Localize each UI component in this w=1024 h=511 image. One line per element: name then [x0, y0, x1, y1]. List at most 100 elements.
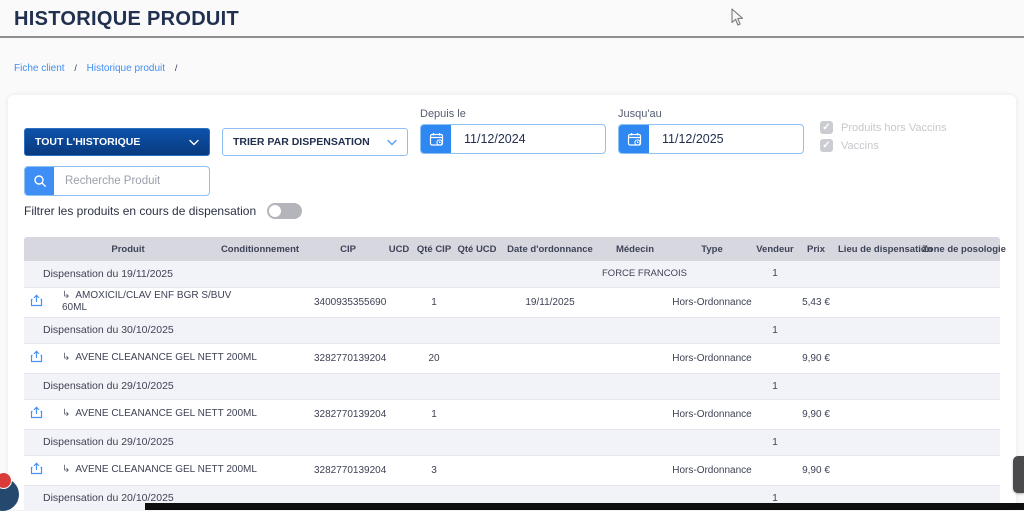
cell-prix: [796, 317, 836, 344]
search-icon[interactable]: [25, 167, 54, 195]
cell-zone-posologie: [920, 343, 1000, 374]
column-header-produit: Produit: [48, 237, 208, 261]
history-select[interactable]: TOUT L'HISTORIQUE: [24, 128, 210, 156]
cell-lieu-dispensation: [836, 455, 920, 486]
chevron-down-icon: [189, 139, 199, 146]
calendar-icon[interactable]: [619, 125, 649, 153]
cell-lieu-dispensation: [836, 317, 920, 344]
side-floating-button[interactable]: [1013, 456, 1024, 493]
cell-vendeur: 1: [754, 429, 796, 456]
column-header-qte-ucd: Qté UCD: [454, 237, 500, 261]
date-to-input[interactable]: [649, 125, 803, 153]
checkbox-produits-hors-vaccins[interactable]: ✓ Produits hors Vaccins: [820, 121, 947, 134]
cell-lieu-dispensation: [836, 287, 920, 318]
dispensation-filter-toggle[interactable]: [267, 203, 303, 219]
page-title: HISTORIQUE PRODUIT: [14, 8, 240, 30]
cell-lieu-dispensation: [836, 429, 920, 456]
product-row[interactable]: ↳ AVENE CLEANANCE GEL NETT 200ML 32827701…: [24, 343, 1000, 374]
export-icon[interactable]: [30, 294, 43, 307]
cell-zone-posologie: [920, 429, 1000, 456]
vaccine-filter-checkboxes: ✓ Produits hors Vaccins ✓ Vaccins: [820, 121, 947, 157]
cell-type: Hors-Ordonnance: [670, 455, 754, 486]
dispensation-date-label: Dispensation du 19/11/2025: [24, 261, 600, 288]
cell-qte-ucd: [454, 399, 500, 430]
product-row[interactable]: ↳ AMOXICIL/CLAV ENF BGR S/BUV 60ML 340093…: [24, 287, 1000, 318]
sub-item-arrow-icon: ↳: [62, 408, 71, 419]
column-header-cip: CIP: [312, 237, 384, 261]
sub-item-arrow-icon: ↳: [62, 290, 71, 301]
cell-type: Hors-Ordonnance: [670, 287, 754, 318]
column-header-type: Type: [670, 237, 754, 261]
cell-qte-cip: 1: [414, 287, 454, 318]
cell-medecin: [600, 455, 670, 486]
cell-qte-cip: 1: [414, 399, 454, 430]
search-input[interactable]: [54, 167, 209, 195]
checkbox-vaccins[interactable]: ✓ Vaccins: [820, 139, 947, 152]
cell-qte-cip: 3: [414, 455, 454, 486]
cell-qte-ucd: [454, 287, 500, 318]
product-name: AVENE CLEANANCE GEL NETT 200ML: [75, 408, 257, 419]
export-icon[interactable]: [30, 462, 43, 475]
sort-select[interactable]: TRIER PAR DISPENSATION: [222, 128, 408, 156]
export-icon[interactable]: [30, 406, 43, 419]
dispensation-group-row[interactable]: Dispensation du 30/10/2025 1: [24, 317, 1000, 344]
column-header-icon: [24, 237, 48, 261]
product-row[interactable]: ↳ AVENE CLEANANCE GEL NETT 200ML 32827701…: [24, 455, 1000, 486]
cell-vendeur: [754, 455, 796, 486]
cell-prix: 9,90 €: [796, 455, 836, 486]
cell-produit: ↳ AVENE CLEANANCE GEL NETT 200ML: [48, 399, 257, 430]
cell-produit: ↳ AMOXICIL/CLAV ENF BGR S/BUV 60ML: [48, 287, 231, 318]
cell-cip: 3400935355690: [312, 287, 386, 318]
column-header-prix: Prix: [796, 237, 836, 261]
dispensation-group-row[interactable]: Dispensation du 29/10/2025 1: [24, 429, 1000, 456]
checkbox-checked-icon: ✓: [820, 139, 833, 152]
cell-medecin: FORCE FRANCOIS: [600, 261, 687, 288]
cell-ucd: [384, 455, 414, 486]
cell-prix: 9,90 €: [796, 343, 836, 374]
content-card: TOUT L'HISTORIQUE TRIER PAR DISPENSATION…: [8, 95, 1016, 510]
cell-ucd: [384, 287, 414, 318]
column-header-lieu-dispensation: Lieu de dispensation: [836, 237, 933, 261]
cell-cip: 3282770139204: [312, 399, 386, 430]
cell-prix: 5,43 €: [796, 287, 836, 318]
product-name: AVENE CLEANANCE GEL NETT 200ML: [75, 464, 257, 475]
cell-vendeur: 1: [754, 373, 796, 400]
cell-qte-ucd: [454, 343, 500, 374]
cell-medecin: [600, 343, 670, 374]
cell-vendeur: 1: [754, 317, 796, 344]
sort-select-value: TRIER PAR DISPENSATION: [233, 136, 370, 148]
cell-medecin: [600, 317, 670, 344]
cell-medecin: [600, 429, 670, 456]
cell-vendeur: [754, 343, 796, 374]
date-from-input[interactable]: [451, 125, 605, 153]
product-row[interactable]: ↳ AVENE CLEANANCE GEL NETT 200ML 32827701…: [24, 399, 1000, 430]
column-header-conditionnement: Conditionnement: [208, 237, 312, 261]
cell-prix: [796, 373, 836, 400]
breadcrumb-link-historique-produit[interactable]: Historique produit: [87, 63, 165, 74]
cell-produit: ↳ AVENE CLEANANCE GEL NETT 200ML: [48, 455, 257, 486]
history-table-body: Dispensation du 19/11/2025 FORCE FRANCOI…: [24, 261, 1000, 510]
date-from-group: Depuis le: [420, 108, 606, 154]
cell-cip: 3282770139204: [312, 455, 386, 486]
dispensation-date-label: Dispensation du 30/10/2025: [24, 317, 600, 344]
toggle-knob: [269, 205, 282, 217]
cell-medecin: [600, 373, 670, 400]
breadcrumb-link-fiche-client[interactable]: Fiche client: [14, 63, 65, 74]
cell-type: Hors-Ordonnance: [670, 343, 754, 374]
cell-date-ordonnance: [500, 343, 600, 374]
cell-zone-posologie: [920, 287, 1000, 318]
dispensation-group-row[interactable]: Dispensation du 19/11/2025 FORCE FRANCOI…: [24, 261, 1000, 288]
dispensation-group-row[interactable]: Dispensation du 29/10/2025 1: [24, 373, 1000, 400]
history-table: Produit Conditionnement CIP UCD Qté CIP …: [24, 237, 1006, 510]
dispensation-date-label: Dispensation du 29/10/2025: [24, 429, 600, 456]
column-header-medecin: Médecin: [600, 237, 670, 261]
cell-ucd: [384, 399, 414, 430]
column-header-qte-cip: Qté CIP: [414, 237, 454, 261]
cell-prix: [796, 429, 836, 456]
date-from-label: Depuis le: [420, 108, 466, 120]
calendar-icon[interactable]: [421, 125, 451, 153]
sub-item-arrow-icon: ↳: [62, 464, 71, 475]
cell-date-ordonnance: [500, 399, 600, 430]
export-icon[interactable]: [30, 350, 43, 363]
cell-qte-cip: 20: [414, 343, 454, 374]
